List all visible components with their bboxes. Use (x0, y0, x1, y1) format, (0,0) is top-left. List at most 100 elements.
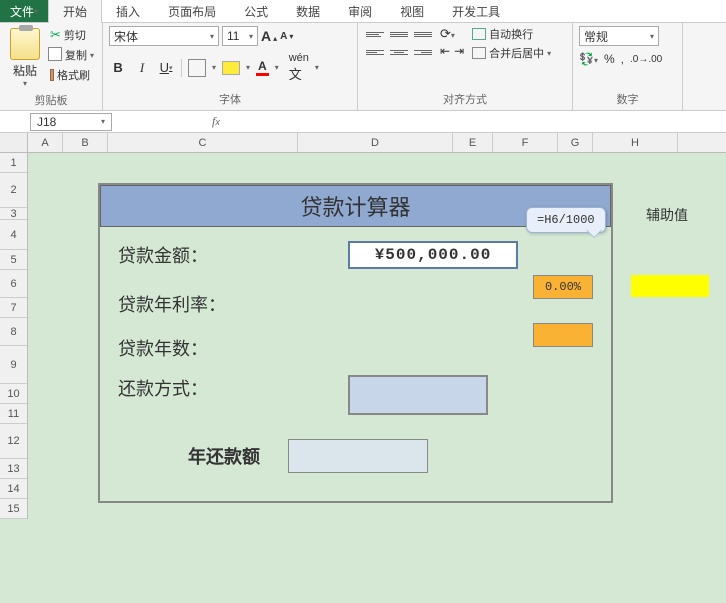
file-tab[interactable]: 文件 ▾ (0, 0, 48, 22)
rate-label: 贷款年利率： (118, 291, 268, 317)
increase-decimal-button[interactable]: .0→.00 (630, 54, 662, 65)
copy-icon (50, 49, 62, 61)
format-painter-button[interactable]: 格式刷 (48, 66, 96, 84)
paste-button[interactable]: 粘贴 ▾ (6, 26, 44, 90)
grow-font-button[interactable]: A▴ (261, 28, 277, 44)
col-header[interactable]: D (298, 133, 453, 152)
align-top-button[interactable] (364, 26, 386, 42)
merge-center-button[interactable]: 合并后居中▾ (472, 45, 551, 61)
col-header[interactable]: E (453, 133, 493, 152)
cut-button[interactable]: ✂剪切 (48, 26, 96, 44)
row-header[interactable]: 5 (0, 250, 27, 270)
row-headers: 1 2 3 4 5 6 7 8 9 10 11 12 13 14 15 (0, 153, 28, 519)
group-align: ⟳▾ ⇤ ⇥ 自动换行 合并后居中▾ 对齐方式 (358, 23, 573, 110)
row-header[interactable]: 14 (0, 479, 27, 499)
tab-formulas[interactable]: 公式 (230, 0, 282, 23)
scissors-icon: ✂ (50, 27, 61, 43)
bold-button[interactable]: B (109, 59, 127, 77)
percent-button[interactable]: % (604, 52, 615, 66)
row-header[interactable]: 7 (0, 298, 27, 318)
col-header[interactable]: B (63, 133, 108, 152)
align-middle-button[interactable] (388, 26, 410, 42)
formula-input[interactable] (230, 113, 726, 131)
row-header[interactable]: 12 (0, 424, 27, 459)
accounting-button[interactable]: 💱▾ (579, 52, 598, 66)
row-header[interactable]: 2 (0, 173, 27, 208)
row-header[interactable]: 11 (0, 404, 27, 424)
font-color-button[interactable]: A (256, 59, 269, 76)
row-header[interactable]: 4 (0, 220, 27, 250)
group-label: 字体 (109, 89, 351, 110)
col-header[interactable]: G (558, 133, 593, 152)
name-box[interactable]: J18▾ (30, 113, 112, 131)
row-header[interactable]: 13 (0, 459, 27, 479)
group-font: 宋体▾ 11▾ A▴ A▾ B I U▾ ▾ ▾ A▾ wén文▾ 字体 (103, 23, 358, 110)
brush-icon (50, 69, 54, 81)
number-format-select[interactable]: 常规▾ (579, 26, 659, 46)
wrap-text-button[interactable]: 自动换行 (472, 26, 551, 42)
border-button[interactable] (188, 59, 206, 77)
align-left-button[interactable] (364, 44, 386, 60)
years-helper-cell[interactable] (533, 323, 593, 347)
indent-increase-button[interactable]: ⇥ (454, 44, 464, 58)
orientation-button[interactable]: ⟳▾ (440, 26, 464, 42)
indent-decrease-button[interactable]: ⇤ (440, 44, 450, 58)
align-bottom-button[interactable] (412, 26, 434, 42)
row-header[interactable]: 9 (0, 346, 27, 384)
select-all-corner[interactable] (0, 133, 28, 152)
font-name-select[interactable]: 宋体▾ (109, 26, 219, 46)
ribbon: 文件 ▾ 开始 插入 页面布局 公式 数据 审阅 视图 开发工具 粘贴 ▾ ✂剪… (0, 0, 726, 111)
copy-button[interactable]: 复制 ▾ (48, 46, 96, 64)
rate-helper-cell[interactable]: 0.00% (533, 275, 593, 299)
row-header[interactable]: 3 (0, 208, 27, 220)
align-center-button[interactable] (388, 44, 410, 60)
wrap-icon (472, 28, 486, 40)
sheet-cells[interactable]: 贷款计算器 贷款金额： ¥500,000.00 贷款年利率： 贷款年数： 还款方… (28, 153, 726, 603)
ribbon-body: 粘贴 ▾ ✂剪切 复制 ▾ 格式刷 剪贴板 宋体▾ 11▾ A▴ A▾ (0, 22, 726, 110)
aux-value-cell[interactable] (631, 275, 709, 297)
row-header[interactable]: 6 (0, 270, 27, 298)
tab-review[interactable]: 审阅 (334, 0, 386, 23)
tab-data[interactable]: 数据 (282, 0, 334, 23)
row-header[interactable]: 15 (0, 499, 27, 519)
formula-bar: J18▾ fx (0, 111, 726, 133)
paste-label: 粘贴 (13, 62, 37, 79)
font-size-select[interactable]: 11▾ (222, 26, 258, 46)
shrink-font-button[interactable]: A▾ (280, 31, 293, 42)
col-header[interactable]: C (108, 133, 298, 152)
group-clipboard: 粘贴 ▾ ✂剪切 复制 ▾ 格式刷 剪贴板 (0, 23, 103, 110)
col-header[interactable]: A (28, 133, 63, 152)
underline-button[interactable]: U▾ (157, 59, 175, 77)
group-label: 数字 (579, 89, 676, 110)
method-value-cell[interactable] (348, 375, 488, 415)
align-right-button[interactable] (412, 44, 434, 60)
aux-label: 辅助值 (646, 205, 688, 225)
tab-view[interactable]: 视图 (386, 0, 438, 23)
amount-value-cell[interactable]: ¥500,000.00 (348, 241, 518, 269)
formula-callout: =H6/1000 (526, 207, 606, 233)
col-header[interactable]: H (593, 133, 678, 152)
fill-color-button[interactable] (222, 61, 240, 75)
italic-button[interactable]: I (133, 59, 151, 77)
merge-icon (472, 47, 486, 59)
years-label: 贷款年数： (118, 335, 268, 361)
phonetic-button[interactable]: wén文 (289, 52, 309, 83)
annual-payment-cell[interactable] (288, 439, 428, 473)
comma-button[interactable]: , (621, 52, 624, 66)
group-number: 常规▾ 💱▾ % , .0→.00 数字 (573, 23, 683, 110)
tab-dev[interactable]: 开发工具 (438, 0, 514, 23)
amount-label: 贷款金额： (118, 242, 268, 268)
fx-button[interactable]: fx (202, 114, 230, 129)
col-header[interactable]: F (493, 133, 558, 152)
annual-payment-label: 年还款额 (188, 443, 260, 469)
tab-insert[interactable]: 插入 (102, 0, 154, 23)
worksheet[interactable]: A B C D E F G H 1 2 3 4 5 6 7 8 9 10 11 … (0, 133, 726, 603)
tab-layout[interactable]: 页面布局 (154, 0, 230, 23)
row-header[interactable]: 8 (0, 318, 27, 346)
row-header[interactable]: 1 (0, 153, 27, 173)
method-label: 还款方式： (118, 375, 268, 401)
row-header[interactable]: 10 (0, 384, 27, 404)
tab-home[interactable]: 开始 (48, 0, 102, 23)
paste-icon (10, 28, 40, 60)
column-headers: A B C D E F G H (0, 133, 726, 153)
